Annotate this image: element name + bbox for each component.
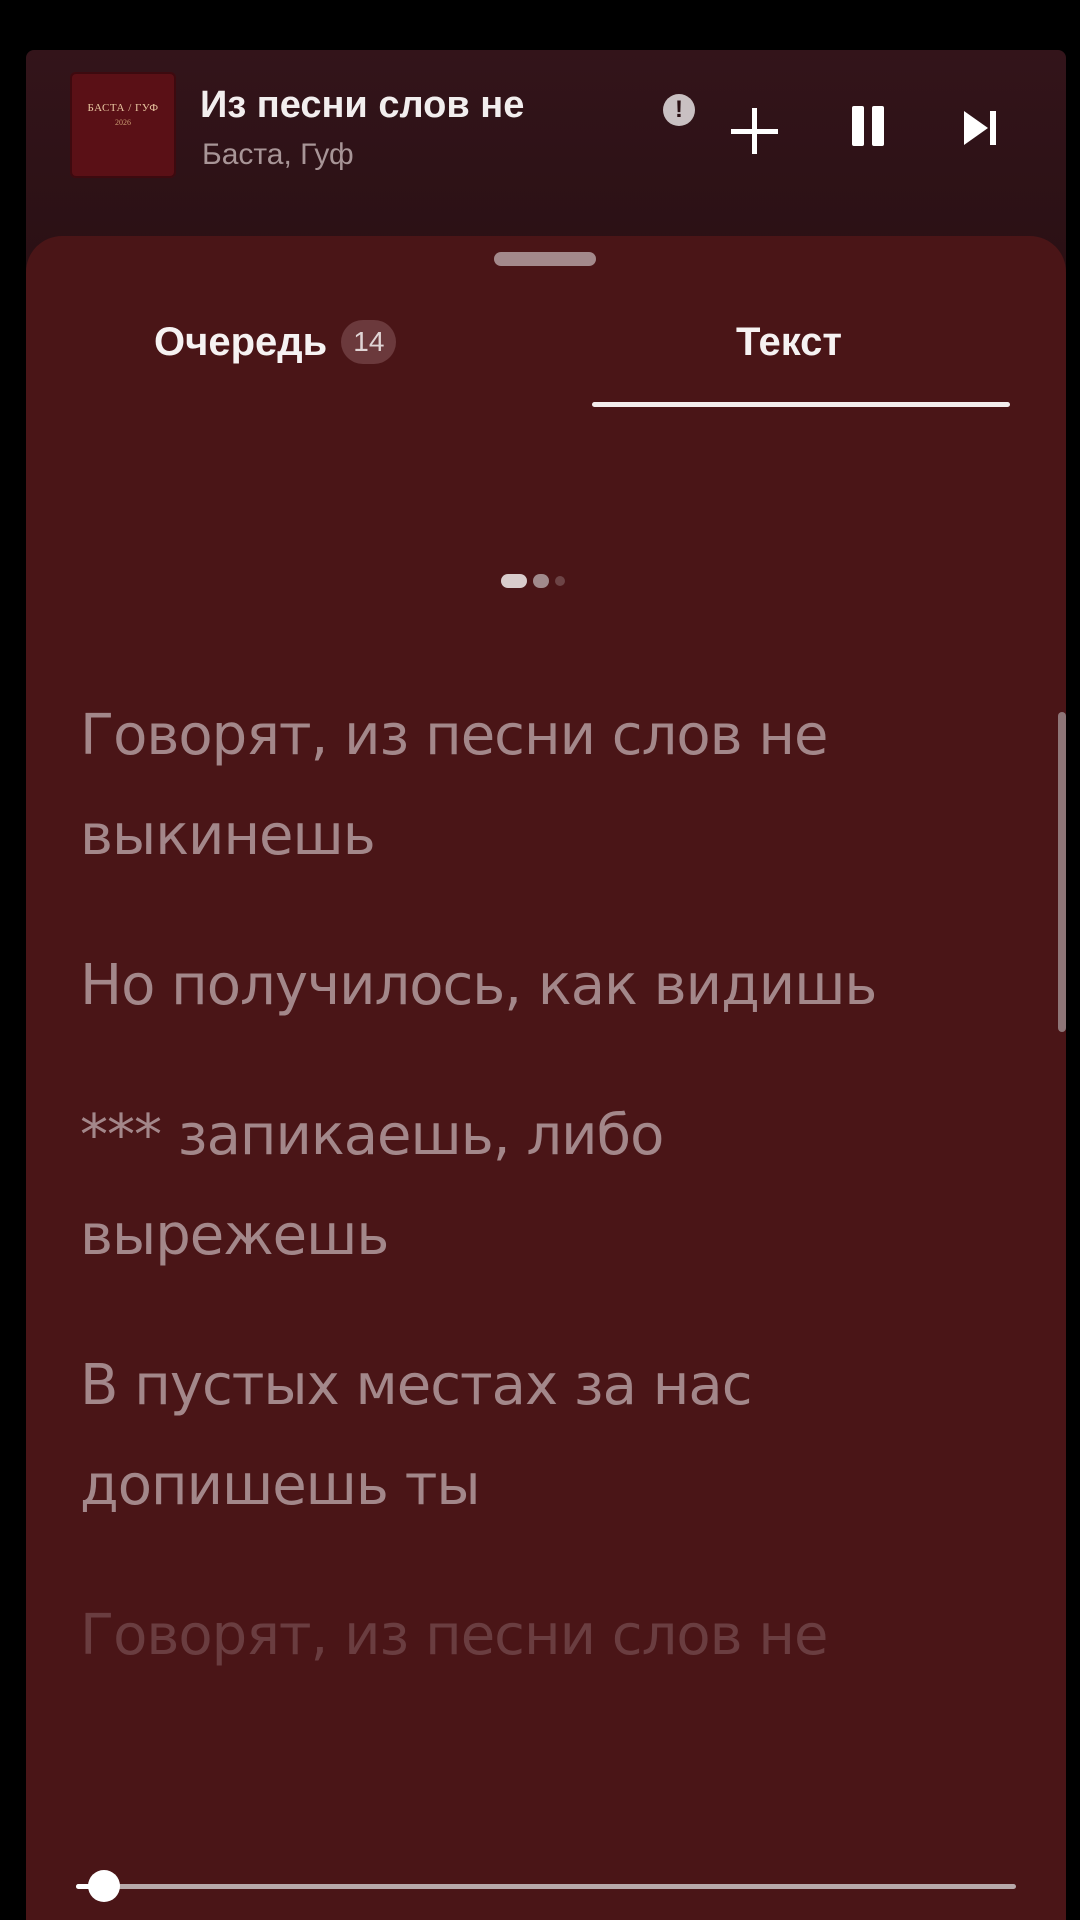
lyrics-sheet: Очередь 14 Текст Говорят, из песни слов н…: [26, 236, 1066, 1920]
mini-player[interactable]: БАСТА / ГУФ 2026 Из песни слов не Баста,…: [26, 50, 1066, 240]
pause-icon[interactable]: [850, 106, 890, 152]
progress-track[interactable]: [76, 1884, 1016, 1889]
lyric-line[interactable]: Говорят, из песни слов не: [80, 1586, 980, 1686]
page-dot: [533, 574, 549, 588]
scrollbar[interactable]: [1058, 712, 1066, 1032]
sheet-drag-handle[interactable]: [494, 252, 596, 266]
lyrics-list[interactable]: Говорят, из песни слов не выкинешь Но по…: [80, 686, 980, 1736]
page-dot: [501, 574, 527, 588]
album-cover-year: 2026: [115, 118, 131, 127]
queue-count-badge: 14: [341, 320, 397, 364]
next-icon[interactable]: [964, 108, 1004, 148]
tab-lyrics[interactable]: Текст: [736, 320, 842, 365]
lyric-line[interactable]: Но получилось, как видишь: [80, 936, 980, 1036]
plus-icon[interactable]: [726, 102, 782, 158]
tab-queue[interactable]: Очередь 14: [154, 320, 397, 365]
progress-slider[interactable]: [76, 1866, 1016, 1906]
album-cover-text: БАСТА / ГУФ: [87, 102, 159, 114]
lyric-line[interactable]: Говорят, из песни слов не выкинешь: [80, 686, 980, 886]
page-dots-indicator: [501, 572, 581, 590]
tab-queue-label: Очередь: [154, 320, 328, 364]
app-window: БАСТА / ГУФ 2026 Из песни слов не Баста,…: [26, 50, 1066, 1920]
active-tab-indicator: [592, 402, 1010, 407]
lyric-line[interactable]: В пустых местах за нас допишешь ты: [80, 1336, 980, 1536]
page-dot: [555, 576, 565, 586]
track-title[interactable]: Из песни слов не: [200, 84, 524, 127]
track-artist[interactable]: Баста, Гуф: [202, 138, 354, 172]
album-cover[interactable]: БАСТА / ГУФ 2026: [70, 72, 176, 178]
explicit-badge-icon: !: [663, 94, 695, 126]
lyric-line[interactable]: *** запикаешь, либо вырежешь: [80, 1086, 980, 1286]
progress-thumb[interactable]: [88, 1870, 120, 1902]
